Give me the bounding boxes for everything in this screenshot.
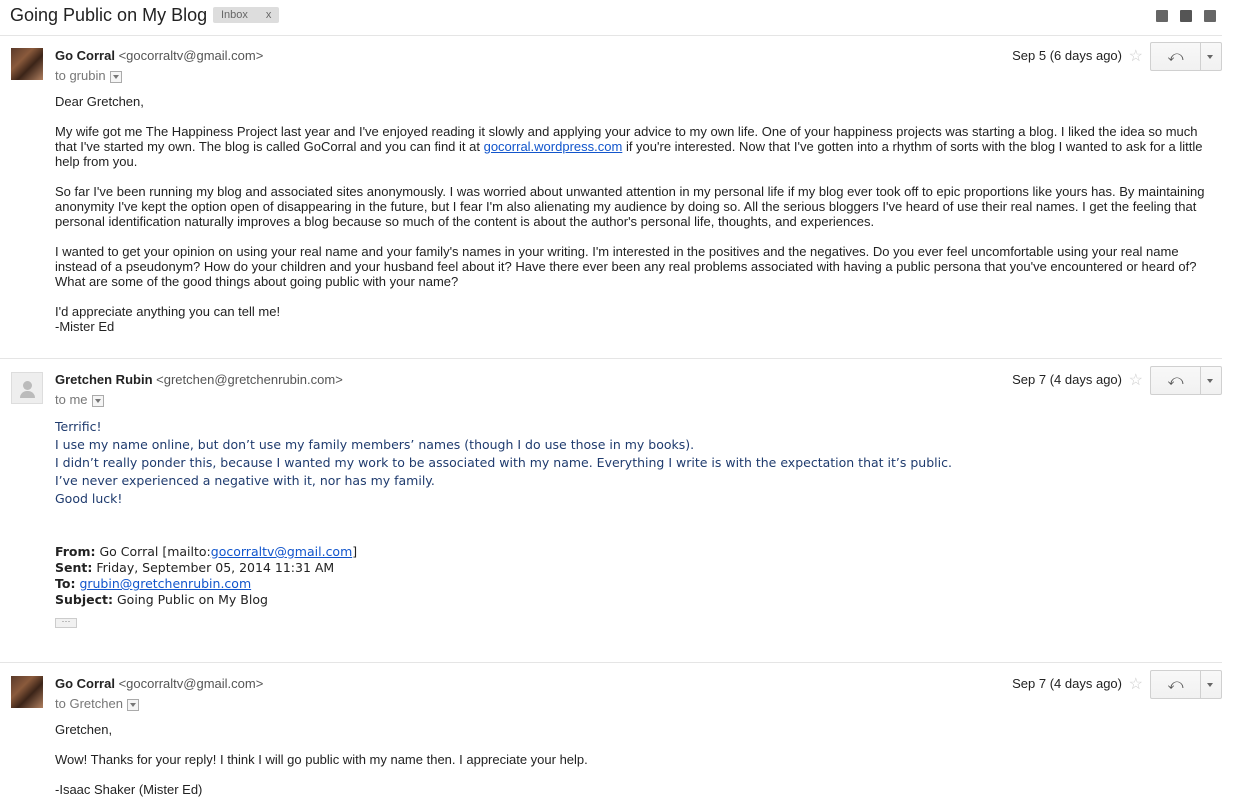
message-date: Sep 7 (4 days ago) [1012, 372, 1122, 387]
quoted-header: From: Go Corral [mailto:gocorraltv@gmail… [55, 544, 357, 608]
reply-button[interactable]: ⤺ [1151, 671, 1201, 698]
sender-email: <gocorraltv@gmail.com> [118, 48, 264, 63]
reply-icon: ⤺ [1167, 372, 1184, 389]
details-dropdown-icon[interactable] [126, 698, 139, 711]
quoted-sent: Sent: Friday, September 05, 2014 11:31 A… [55, 560, 335, 575]
sender-line: Go Corral <gocorraltv@gmail.com> [55, 676, 263, 691]
quoted-to: To: grubin@gretchenrubin.com [55, 576, 252, 591]
body-line: I didn’t really ponder this, because I w… [55, 455, 952, 470]
recipient-line: to me [55, 392, 104, 407]
quoted-from-email-link[interactable]: gocorraltv@gmail.com [211, 544, 352, 559]
sender-line: Go Corral <gocorraltv@gmail.com> [55, 48, 263, 63]
recipient-text: to Gretchen [55, 696, 123, 711]
thread-subject: Going Public on My Blog [10, 5, 208, 25]
message-body: Terrific! I use my name online, but don’… [55, 418, 1215, 508]
show-trimmed-content-button[interactable]: ··· [55, 617, 77, 628]
more-options-button[interactable] [1199, 43, 1221, 70]
recipient-line: to Gretchen [55, 696, 139, 711]
divider [0, 662, 1222, 663]
divider [0, 35, 1222, 36]
thread-actions [1156, 10, 1216, 22]
popout-icon[interactable] [1204, 10, 1216, 22]
blog-link[interactable]: gocorral.wordpress.com [484, 139, 623, 154]
quoted-subject: Subject: Going Public on My Blog [55, 592, 268, 607]
details-dropdown-icon[interactable] [109, 70, 122, 83]
body-paragraph: My wife got me The Happiness Project las… [55, 124, 1203, 169]
message-body: Dear Gretchen, My wife got me The Happin… [55, 94, 1215, 334]
default-avatar-icon [11, 372, 43, 404]
thread-header: Going Public on My Blog Inbox x [0, 0, 1238, 35]
avatar [11, 48, 43, 80]
sender-email: <gretchen@gretchenrubin.com> [156, 372, 343, 387]
more-options-button[interactable] [1199, 367, 1221, 394]
body-paragraph: So far I've been running my blog and ass… [55, 184, 1205, 229]
body-paragraph: Gretchen, [55, 722, 113, 737]
reply-button-group: ⤺ [1150, 670, 1222, 699]
inbox-label-chip[interactable]: Inbox x [213, 7, 280, 23]
sender-name: Go Corral [55, 48, 115, 63]
star-icon[interactable]: ☆ [1129, 674, 1143, 694]
body-paragraph: Dear Gretchen, [55, 94, 144, 109]
recipient-line: to grubin [55, 68, 122, 83]
body-paragraph: I'd appreciate anything you can tell me! [55, 304, 281, 319]
message-body: Gretchen, Wow! Thanks for your reply! I … [55, 722, 1215, 797]
recipient-text: to me [55, 392, 88, 407]
body-paragraph: Wow! Thanks for your reply! I think I wi… [55, 752, 588, 767]
label-text: Inbox [221, 9, 248, 21]
new-window-icon[interactable] [1156, 10, 1168, 22]
sender-name: Go Corral [55, 676, 115, 691]
quoted-from: From: Go Corral [mailto:gocorraltv@gmail… [55, 544, 358, 559]
sender-email: <gocorraltv@gmail.com> [118, 676, 264, 691]
quoted-to-email-link[interactable]: grubin@gretchenrubin.com [79, 576, 251, 591]
body-line: I use my name online, but don’t use my f… [55, 437, 695, 452]
avatar [11, 676, 43, 708]
remove-label-button[interactable]: x [266, 9, 272, 21]
body-line: Terrific! [55, 419, 102, 434]
more-options-button[interactable] [1199, 671, 1221, 698]
body-paragraph: I wanted to get your opinion on using yo… [55, 244, 1197, 289]
signature: -Isaac Shaker (Mister Ed) [55, 782, 203, 797]
reply-icon: ⤺ [1167, 676, 1184, 693]
reply-button-group: ⤺ [1150, 42, 1222, 71]
body-line: I’ve never experienced a negative with i… [55, 473, 435, 488]
star-icon[interactable]: ☆ [1129, 46, 1143, 66]
message-date: Sep 7 (4 days ago) [1012, 676, 1122, 691]
body-line: Good luck! [55, 491, 123, 506]
divider [0, 358, 1222, 359]
reply-button[interactable]: ⤺ [1151, 43, 1201, 70]
reply-icon: ⤺ [1167, 48, 1184, 65]
recipient-text: to grubin [55, 68, 106, 83]
sender-name: Gretchen Rubin [55, 372, 153, 387]
sender-line: Gretchen Rubin <gretchen@gretchenrubin.c… [55, 372, 343, 387]
print-icon[interactable] [1180, 10, 1192, 22]
reply-button[interactable]: ⤺ [1151, 367, 1201, 394]
reply-button-group: ⤺ [1150, 366, 1222, 395]
star-icon[interactable]: ☆ [1129, 370, 1143, 390]
signature: -Mister Ed [55, 319, 115, 334]
details-dropdown-icon[interactable] [91, 394, 104, 407]
message-date: Sep 5 (6 days ago) [1012, 48, 1122, 63]
